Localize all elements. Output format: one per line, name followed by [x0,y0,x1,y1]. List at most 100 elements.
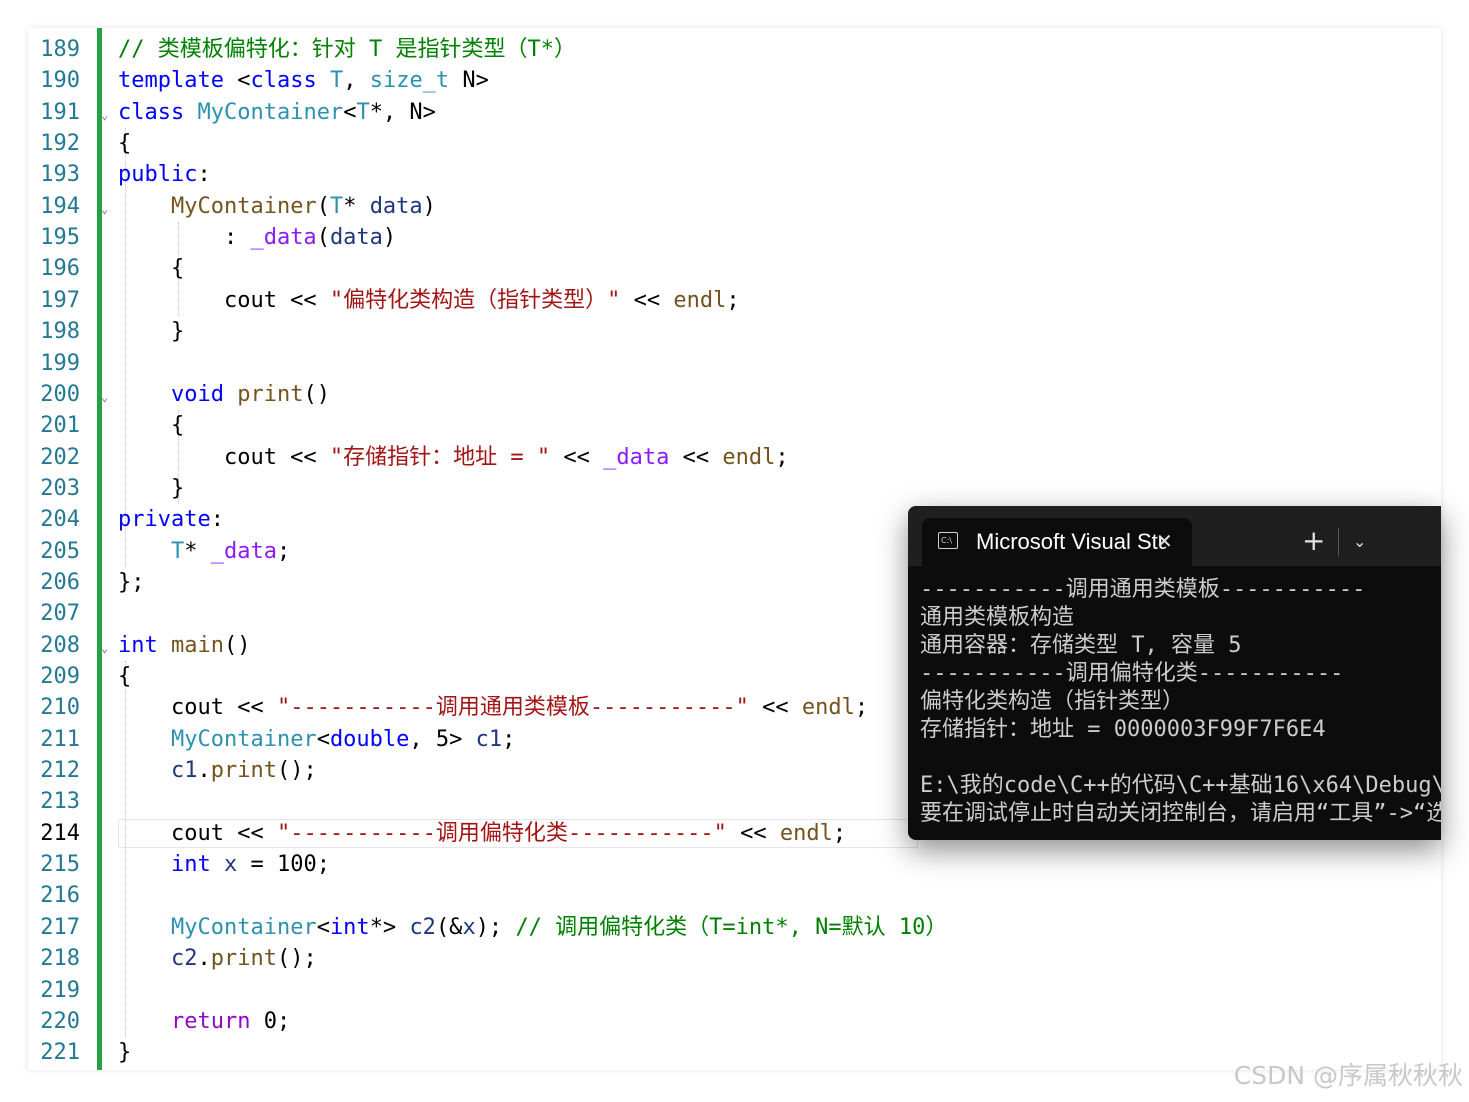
code-line[interactable]: { [118,410,184,441]
new-tab-button[interactable]: + [1302,526,1325,556]
code-line[interactable]: } [118,1037,131,1068]
code-token: MyContainer [170,193,317,219]
code-token: << [620,287,674,313]
code-token: x [462,914,476,940]
fold-chevron-icon[interactable]: ⌄ [101,391,108,403]
code-line[interactable]: }; [118,567,145,598]
code-token: print [210,758,277,784]
code-line[interactable]: class MyContainer<T*, N> [118,97,436,128]
code-line[interactable]: int x = 100; [118,849,330,880]
code-line[interactable]: } [118,316,184,347]
code-token: cout << [118,820,277,846]
line-number: 197 [40,287,80,313]
code-token: ) [422,193,436,219]
line-number: 198 [40,319,80,345]
code-line[interactable]: cout << "存储指针：地址 = " << _data << endl; [118,442,789,473]
line-number: 216 [40,883,80,909]
code-line[interactable]: private: [118,504,224,535]
code-token: ( [316,193,330,219]
console-output-line: 偏特化类构造（指针类型） [920,689,1185,714]
code-token: void [170,381,224,407]
code-line[interactable]: c1.print(); [118,755,317,786]
code-token: _data [250,225,317,251]
code-token: (& [435,914,463,940]
code-line[interactable]: : _data(data) [118,222,396,253]
code-token: }; [118,569,145,595]
change-tracking-bar [97,28,102,1070]
fold-chevron-icon[interactable]: ⌄ [101,109,108,121]
code-token: ); [475,914,516,940]
code-token: _data [603,444,670,470]
code-token: << [726,820,780,846]
watermark: CSDN @序属秋秋秋 [1233,1061,1463,1090]
fold-chevron-icon[interactable]: ⌄ [101,642,108,654]
code-token: MyContainer [170,726,317,752]
line-number: 199 [40,350,80,376]
code-line[interactable]: cout << "偏特化类构造（指针类型）" << endl; [118,285,740,316]
line-number-gutter: 189 190 191 192 193 194 195 196 197 198 199 200 201 2… [28,28,84,1070]
code-token: endl [722,444,776,470]
code-token: endl [673,287,727,313]
code-line[interactable]: template <class T, size_t N> [118,65,489,96]
code-line[interactable]: cout << "-----------调用通用类模板-----------" … [118,692,868,723]
code-line[interactable]: T* _data; [118,536,290,567]
fold-chevron-icon[interactable]: ⌄ [101,203,108,215]
code-line[interactable]: { [118,661,131,692]
code-token: , [343,68,370,94]
line-number: 211 [40,726,80,752]
code-token: (); [276,946,317,972]
code-token: c1 [475,726,503,752]
code-line[interactable]: c2.print(); [118,943,317,974]
code-token: int [329,914,370,940]
code-line[interactable]: { [118,253,184,284]
close-icon[interactable]: ✕ [1156,527,1173,555]
code-line[interactable]: public: [118,159,211,190]
code-token: data [329,225,383,251]
line-number: 203 [40,475,80,501]
code-line[interactable]: MyContainer(T* data) [118,191,436,222]
code-line[interactable]: MyContainer<int*> c2(&x); // 调用偏特化类（T=in… [118,912,947,943]
code-token: "-----------调用通用类模板-----------" [276,695,749,721]
line-number: 190 [40,68,80,94]
console-output: -----------调用通用类模板----------- 通用类模板构造 通用容器… [920,576,1441,828]
terminal-icon: C:\ [938,532,958,549]
code-line[interactable]: MyContainer<double, 5> c1; [118,724,515,755]
line-number: 193 [40,162,80,188]
code-token: << [550,444,604,470]
code-token: ( [316,225,330,251]
code-token: } [118,319,185,345]
code-token: ; [726,287,740,313]
line-number: 196 [40,256,80,282]
debug-console-window[interactable]: C:\ Microsoft Visual Studio 调试控制台 ✕ + ⌄ … [908,506,1441,840]
line-number: 219 [40,977,80,1003]
code-token: ; [502,726,516,752]
code-token: : [210,507,224,533]
code-line[interactable]: } [118,473,184,504]
code-token: * [184,538,211,564]
code-token: cout << [118,695,277,721]
code-line[interactable]: // 类模板偏特化：针对 T 是指针类型（T*） [118,34,576,65]
code-line[interactable]: cout << "-----------调用偏特化类-----------" <… [118,818,846,849]
code-token: () [303,381,330,407]
code-token: . [197,946,211,972]
code-line[interactable]: { [118,128,131,159]
chevron-down-icon[interactable]: ⌄ [1353,528,1366,556]
code-line[interactable]: return 0; [118,1006,290,1037]
code-line[interactable]: int main() [118,630,250,661]
code-token: c2 [409,914,436,940]
code-token: * [343,193,370,219]
code-token: MyContainer [197,99,344,125]
line-number: 208 [40,632,80,658]
console-tab[interactable]: C:\ Microsoft Visual Studio 调试控制台 ✕ [922,518,1192,566]
code-token: < [343,99,357,125]
console-output-line: -----------调用通用类模板----------- [920,577,1366,602]
code-line[interactable]: void print() [118,379,330,410]
code-token: 0; [250,1008,291,1034]
code-token: cout << [118,444,330,470]
